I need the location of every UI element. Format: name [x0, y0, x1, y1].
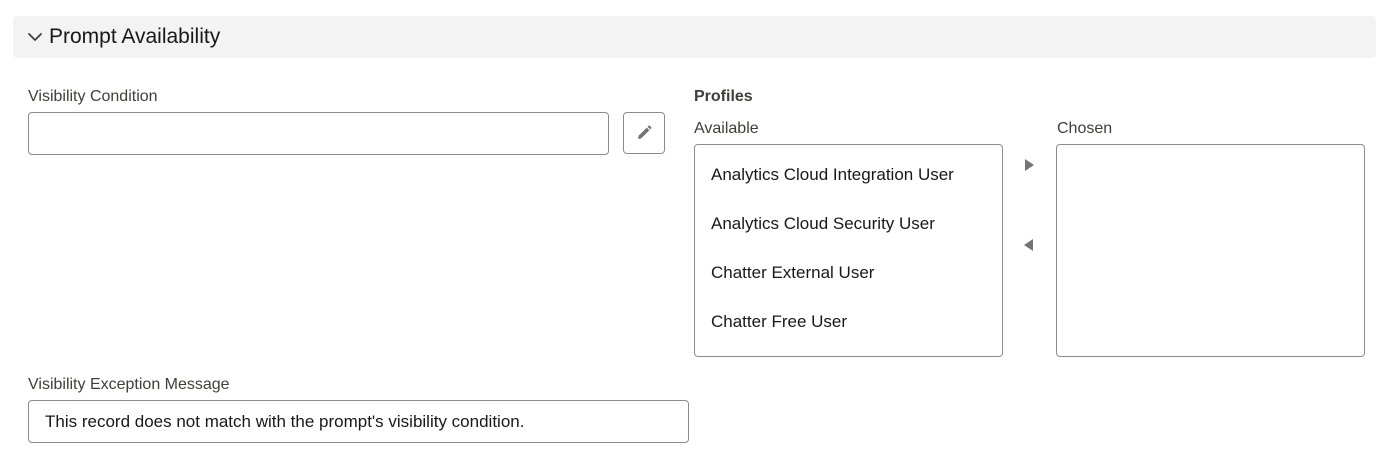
listbox-option[interactable]: Analytics Cloud Integration User — [711, 164, 954, 186]
visibility-condition-input[interactable] — [28, 112, 609, 155]
chosen-label: Chosen — [1057, 120, 1113, 137]
move-to-chosen-button[interactable] — [1019, 155, 1039, 175]
listbox-option[interactable]: Chatter Free User — [711, 311, 847, 333]
section-title: Prompt Availability — [49, 25, 221, 48]
chevron-down-icon — [28, 33, 42, 41]
listbox-option[interactable]: Analytics Cloud Security User — [711, 213, 935, 235]
listbox-option[interactable]: Chatter External User — [711, 262, 874, 284]
triangle-right-icon — [1025, 159, 1034, 171]
profiles-label: Profiles — [694, 88, 753, 105]
visibility-exception-input[interactable]: This record does not match with the prom… — [28, 400, 689, 443]
section-header-prompt-availability[interactable]: Prompt Availability — [13, 16, 1376, 58]
move-to-available-button[interactable] — [1019, 235, 1039, 255]
triangle-left-icon — [1024, 239, 1033, 251]
visibility-exception-label: Visibility Exception Message — [28, 376, 230, 393]
available-label: Available — [694, 120, 759, 137]
edit-visibility-condition-button[interactable] — [623, 112, 665, 154]
chosen-profiles-listbox[interactable] — [1056, 144, 1365, 357]
available-profiles-listbox[interactable]: Analytics Cloud Integration User Analyti… — [694, 144, 1003, 357]
pencil-icon — [638, 125, 652, 139]
visibility-condition-label: Visibility Condition — [28, 88, 158, 105]
